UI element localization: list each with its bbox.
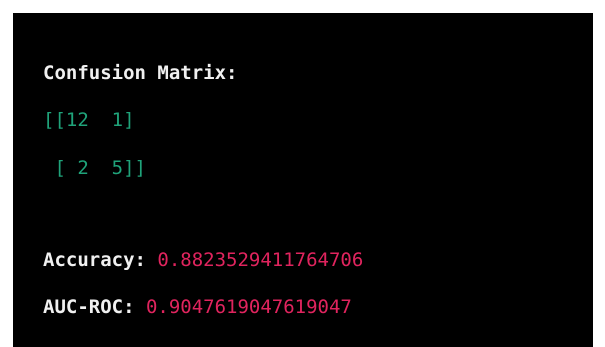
auc-roc-value: 0.9047619047619047	[145, 296, 352, 318]
accuracy-value: 0.8823529411764706	[157, 249, 364, 271]
terminal-output-panel: Confusion Matrix: [[12 1] [ 2 5]] Accura…	[13, 13, 593, 347]
auc-roc-line: AUC-ROC: 0.9047619047619047	[43, 295, 352, 319]
auc-roc-label: AUC-ROC:	[43, 296, 146, 318]
confusion-matrix-heading: Confusion Matrix:	[43, 62, 238, 84]
confusion-matrix-row-1: [[12 1]	[43, 109, 135, 131]
accuracy-label: Accuracy:	[43, 249, 158, 271]
confusion-matrix-row-2: [ 2 5]]	[43, 157, 146, 179]
accuracy-line: Accuracy: 0.8823529411764706	[43, 248, 363, 272]
